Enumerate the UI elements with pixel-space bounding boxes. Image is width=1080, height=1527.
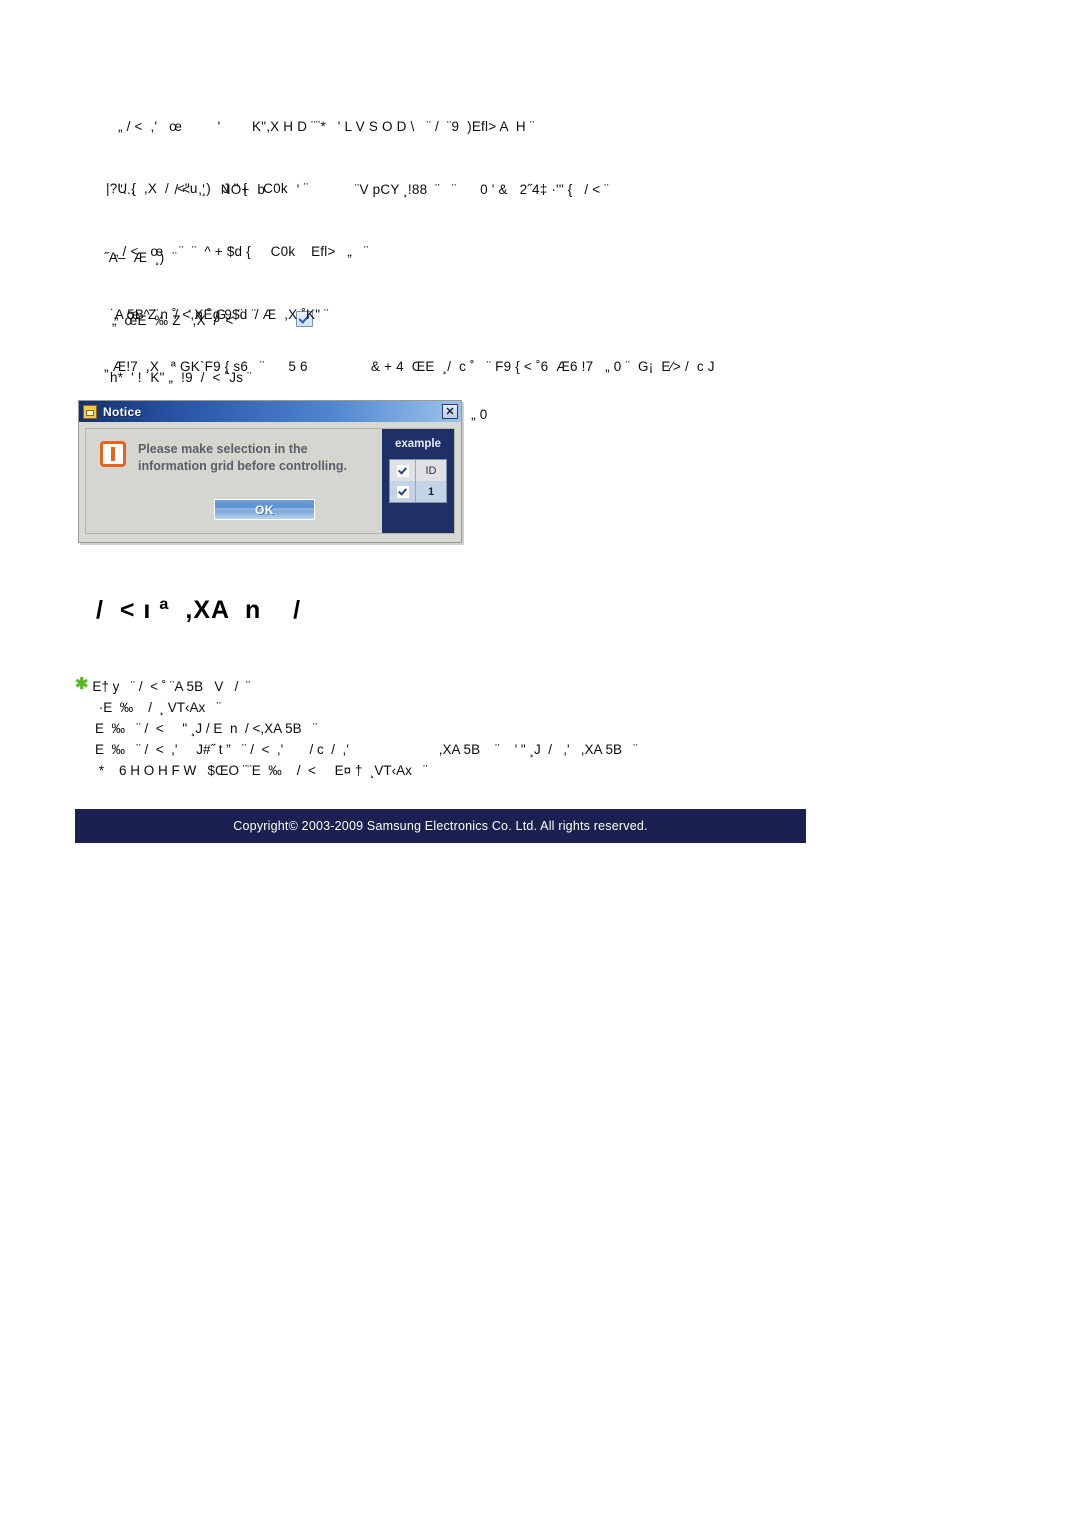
bullet-section: ✱ E† y ¨ / < ˚ ¨A 5B V / ¨ ·E ‰ / ¸ VT‹A… — [75, 676, 638, 781]
example-grid: ID 1 — [389, 459, 447, 503]
bullet-line: ·E ‰ / ¸ VT‹Ax ¨ — [95, 700, 222, 715]
bullet-line: E ‰ ¨ / < ,' J#˝ t ” ¨ / < ,' / c / ,' ,… — [95, 742, 638, 757]
dialog-message-line: Please make selection in the — [138, 442, 308, 456]
dialog-message-row: Please make selection in the information… — [86, 429, 382, 475]
dialog-body: Please make selection in the information… — [85, 428, 455, 534]
example-grid-data-row[interactable]: 1 — [390, 481, 446, 502]
paragraph-line: „ / < ,' œ ' K",X H D ¨¨* ' L V S O D \ … — [118, 119, 535, 134]
manual-page: „ / < ,' œ ' K",X H D ¨¨* ' L V S O D \ … — [0, 0, 1080, 1527]
example-header-id-cell: ID — [425, 464, 437, 477]
checkbox-checked-icon — [396, 485, 409, 498]
dialog-message-line: information grid before controlling. — [138, 459, 348, 473]
checkbox-checked-icon — [396, 464, 409, 477]
paragraph-line: |?U { ,X / <"u ¸) J " { C0k ¨ — [106, 181, 309, 196]
example-row-checkbox-cell[interactable] — [390, 481, 416, 502]
star-bullet-icon: ✱ — [75, 676, 89, 693]
example-row-id-cell: 1 — [427, 485, 435, 498]
example-grid-header-row: ID — [390, 460, 446, 481]
ok-button[interactable]: OK — [214, 499, 315, 520]
section-heading: / < ı ª ,XA n / — [96, 596, 302, 624]
bullet-first-row: ✱ E† y ¨ / < ˚ ¨A 5B V / ¨ — [75, 676, 638, 697]
window-app-icon — [83, 404, 97, 419]
bullet-line: E ‰ ¨ / < " ¸J / E n / <,XA 5B ¨ — [95, 721, 318, 736]
copyright-text: Copyright© 2003-2009 Samsung Electronics… — [233, 819, 648, 833]
dialog-titlebar: Notice ✕ — [79, 401, 461, 422]
dialog-message: Please make selection in the information… — [138, 441, 347, 475]
example-label: example — [394, 438, 442, 450]
example-header-checkbox-cell[interactable] — [390, 460, 416, 481]
exclamation-warning-icon — [100, 441, 126, 467]
bullet-line: E† y ¨ / < ˚ ¨A 5B V / ¨ — [92, 679, 251, 694]
notice-dialog-screenshot: Notice ✕ Please make selection in the in… — [78, 400, 462, 543]
bullet-line: * 6 H O H F W $ŒO ¨¨E ‰ / < E¤ † ¸VT‹Ax … — [95, 763, 428, 778]
copyright-footer: Copyright© 2003-2009 Samsung Electronics… — [75, 809, 806, 843]
dialog-main-area: Please make selection in the information… — [86, 429, 382, 533]
close-icon[interactable]: ✕ — [442, 404, 458, 419]
example-panel: example ID 1 — [382, 429, 454, 533]
dialog-title: Notice — [103, 404, 142, 419]
